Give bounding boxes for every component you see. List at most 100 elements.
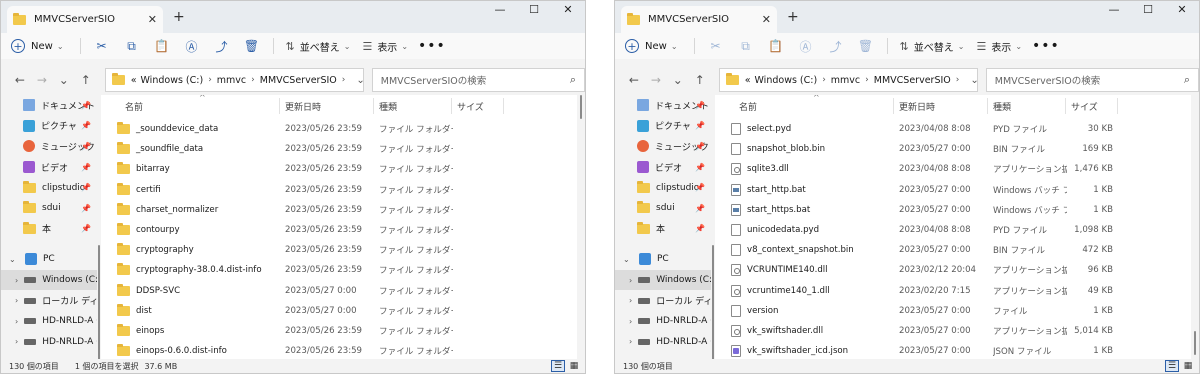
file-list-scrollbar[interactable] xyxy=(579,95,583,353)
tree-item-drive[interactable]: › HD-NRLD-A (G: xyxy=(1,311,97,332)
cut-icon[interactable]: ✂ xyxy=(705,37,727,55)
breadcrumb-separator-icon[interactable]: › xyxy=(208,75,212,85)
scrollbar-thumb[interactable] xyxy=(98,245,100,365)
quick-access-item[interactable]: ドキュメント 📌 xyxy=(615,95,711,116)
address-bar[interactable]: « Windows (C:) › mmvc › MMVCServerSIO › … xyxy=(104,68,364,92)
file-row[interactable]: vk_swiftshader.dll 2023/05/27 0:00 アプリケーショ… xyxy=(715,321,1191,341)
more-options-button[interactable]: ••• xyxy=(418,38,446,54)
file-row[interactable]: VCRUNTIME140.dll 2023/02/12 20:04 アプリケーション… xyxy=(715,260,1191,280)
address-overflow[interactable]: « xyxy=(745,75,751,86)
address-history-icon[interactable]: ⌄ xyxy=(356,75,362,86)
share-icon[interactable]: ⤴ xyxy=(825,37,847,55)
chevron-right-icon[interactable]: › xyxy=(15,317,18,326)
tree-item-drive[interactable]: › ローカル ディスク xyxy=(615,290,711,311)
close-button[interactable]: ✕ xyxy=(551,3,585,16)
breadcrumb-mmvc[interactable]: mmvc xyxy=(217,75,246,86)
search-input[interactable]: MMVCServerSIOの検索 xyxy=(381,73,487,87)
tree-item-drive[interactable]: › HD-NRLD-A (G: xyxy=(1,332,97,353)
column-header-type[interactable]: 種類 xyxy=(993,100,1011,113)
tree-item-drive[interactable]: › Windows (C:) xyxy=(1,269,97,291)
back-button[interactable]: ← xyxy=(623,73,645,87)
sort-button[interactable]: ⇅ 並べ替え ⌄ xyxy=(286,39,351,54)
file-row[interactable]: bitarray 2023/05/26 23:59 ファイル フォルダー xyxy=(101,159,577,179)
file-row[interactable]: certifi 2023/05/26 23:59 ファイル フォルダー xyxy=(101,180,577,200)
file-row[interactable]: _sounddevice_data 2023/05/26 23:59 ファイル フォ… xyxy=(101,119,577,139)
column-divider[interactable] xyxy=(893,98,894,114)
copy-icon[interactable]: ⧉ xyxy=(735,37,757,55)
file-row[interactable]: cryptography-38.0.4.dist-info 2023/05/26 … xyxy=(101,260,577,280)
details-view-button[interactable]: ☰ xyxy=(551,360,565,372)
file-row[interactable]: start_http.bat 2023/05/27 0:00 Windows バッチ… xyxy=(715,180,1191,200)
quick-access-item[interactable]: ピクチャ 📌 xyxy=(1,116,97,137)
new-button[interactable]: + New ⌄ xyxy=(625,39,678,53)
recent-locations-button[interactable]: ⌄ xyxy=(667,73,689,87)
chevron-right-icon[interactable]: › xyxy=(629,337,632,346)
breadcrumb-separator-icon[interactable]: › xyxy=(342,75,346,85)
quick-access-item[interactable]: sdui 📌 xyxy=(1,198,97,219)
paste-icon[interactable]: 📋 xyxy=(151,37,173,55)
column-divider[interactable] xyxy=(503,98,504,114)
file-row[interactable]: dist 2023/05/27 0:00 ファイル フォルダー xyxy=(101,301,577,321)
column-divider[interactable] xyxy=(279,98,280,114)
tree-item-drive[interactable]: › HD-NRLD-A (G: xyxy=(615,311,711,332)
breadcrumb-separator-icon[interactable]: › xyxy=(822,75,826,85)
scrollbar-thumb[interactable] xyxy=(580,95,582,119)
address-overflow[interactable]: « xyxy=(131,75,137,86)
file-row[interactable]: DDSP-SVC 2023/05/27 0:00 ファイル フォルダー xyxy=(101,281,577,301)
explorer-tab[interactable]: MMVCServerSIO ✕ xyxy=(7,6,163,33)
new-button[interactable]: + New ⌄ xyxy=(11,39,64,53)
delete-icon[interactable]: 🗑 xyxy=(855,37,877,55)
share-icon[interactable]: ⤴ xyxy=(211,37,233,55)
tree-item-drive[interactable]: › HD-NRLD-A (G: xyxy=(615,332,711,353)
sort-button[interactable]: ⇅ 並べ替え ⌄ xyxy=(900,39,965,54)
view-button[interactable]: ☰ 表示 ⌄ xyxy=(362,39,408,54)
tab-close-icon[interactable]: ✕ xyxy=(148,13,157,26)
quick-access-item[interactable]: clipstudio 📌 xyxy=(1,177,97,198)
file-list-scrollbar[interactable] xyxy=(1193,95,1197,355)
file-row[interactable]: einops-0.6.0.dist-info 2023/05/26 23:59 ファ… xyxy=(101,341,577,359)
column-header-name[interactable]: 名前 xyxy=(125,100,143,113)
chevron-right-icon[interactable]: › xyxy=(629,296,632,305)
column-header-name[interactable]: 名前 xyxy=(739,100,757,113)
chevron-right-icon[interactable]: › xyxy=(15,296,18,305)
search-box[interactable]: MMVCServerSIOの検索 ⌕ xyxy=(371,68,585,92)
file-row[interactable]: charset_normalizer 2023/05/26 23:59 ファイル フ… xyxy=(101,200,577,220)
column-header-size[interactable]: サイズ xyxy=(1071,100,1098,113)
tab-close-icon[interactable]: ✕ xyxy=(762,13,771,26)
chevron-right-icon[interactable]: › xyxy=(629,317,632,326)
column-header-date[interactable]: 更新日時 xyxy=(285,100,321,113)
quick-access-item[interactable]: ミュージック 📌 xyxy=(615,136,711,157)
forward-button[interactable]: → xyxy=(645,73,667,87)
up-button[interactable]: ↑ xyxy=(689,73,711,87)
file-row[interactable]: v8_context_snapshot.bin 2023/05/27 0:00 BI… xyxy=(715,240,1191,260)
minimize-button[interactable]: — xyxy=(1097,3,1131,16)
view-button[interactable]: ☰ 表示 ⌄ xyxy=(976,39,1022,54)
chevron-right-icon[interactable]: › xyxy=(629,276,632,285)
address-bar[interactable]: « Windows (C:) › mmvc › MMVCServerSIO › … xyxy=(718,68,978,92)
column-header-size[interactable]: サイズ xyxy=(457,100,484,113)
file-row[interactable]: _soundfile_data 2023/05/26 23:59 ファイル フォルダ… xyxy=(101,139,577,159)
file-row[interactable]: einops 2023/05/26 23:59 ファイル フォルダー xyxy=(101,321,577,341)
quick-access-item[interactable]: clipstudio 📌 xyxy=(615,177,711,198)
column-divider[interactable] xyxy=(1117,98,1118,114)
breadcrumb-current[interactable]: MMVCServerSIO xyxy=(260,75,337,86)
tree-item-drive[interactable]: › ローカル ディスク xyxy=(1,290,97,311)
recent-locations-button[interactable]: ⌄ xyxy=(53,73,75,87)
file-row[interactable]: snapshot_blob.bin 2023/05/27 0:00 BIN ファイル… xyxy=(715,139,1191,159)
new-tab-button[interactable]: + xyxy=(787,9,799,25)
file-row[interactable]: unicodedata.pyd 2023/04/08 8:08 PYD ファイル 1,… xyxy=(715,220,1191,240)
column-header-type[interactable]: 種類 xyxy=(379,100,397,113)
chevron-right-icon[interactable]: › xyxy=(15,276,18,285)
chevron-down-icon[interactable]: ⌄ xyxy=(9,255,19,264)
column-header-date[interactable]: 更新日時 xyxy=(899,100,935,113)
file-row[interactable]: start_https.bat 2023/05/27 0:00 Windows バッ… xyxy=(715,200,1191,220)
breadcrumb-separator-icon[interactable]: › xyxy=(865,75,869,85)
quick-access-item[interactable]: ピクチャ 📌 xyxy=(615,116,711,137)
tree-item-drive[interactable]: › Windows (C:) xyxy=(615,269,711,291)
quick-access-item[interactable]: 本 📌 xyxy=(615,219,711,240)
rename-icon[interactable]: Ⓐ xyxy=(795,37,817,55)
quick-access-item[interactable]: ビデオ 📌 xyxy=(1,157,97,178)
tiles-view-button[interactable]: ▦ xyxy=(1181,360,1195,372)
chevron-down-icon[interactable]: ⌄ xyxy=(623,255,633,264)
file-row[interactable]: version 2023/05/27 0:00 ファイル 1 KB xyxy=(715,301,1191,321)
